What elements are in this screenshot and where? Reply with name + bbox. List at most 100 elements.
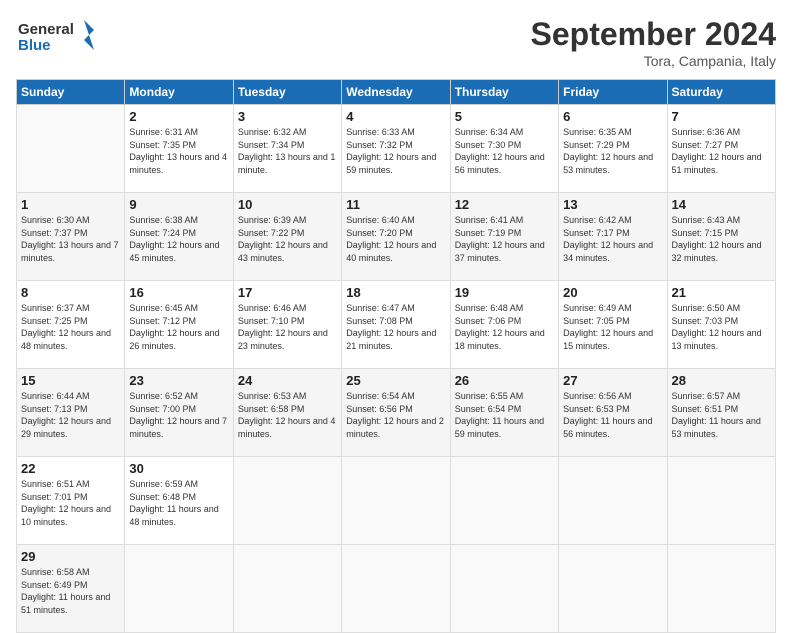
calendar-week-row: 1 Sunrise: 6:30 AMSunset: 7:37 PMDaylight…	[17, 193, 776, 281]
table-row: 3Sunrise: 6:32 AMSunset: 7:34 PMDaylight…	[233, 105, 341, 193]
day-info: Sunrise: 6:50 AMSunset: 7:03 PMDaylight:…	[672, 302, 771, 352]
day-number: 5	[455, 109, 554, 124]
day-info: Sunrise: 6:44 AMSunset: 7:13 PMDaylight:…	[21, 390, 120, 440]
table-row	[342, 457, 450, 545]
table-row	[342, 545, 450, 633]
day-number: 13	[563, 197, 662, 212]
day-info: Sunrise: 6:58 AMSunset: 6:49 PMDaylight:…	[21, 566, 120, 616]
col-sunday: Sunday	[17, 80, 125, 105]
logo: GeneralBlue	[16, 16, 96, 56]
day-number: 30	[129, 461, 228, 476]
col-wednesday: Wednesday	[342, 80, 450, 105]
location: Tora, Campania, Italy	[531, 53, 776, 69]
day-number: 26	[455, 373, 554, 388]
table-row: 17 Sunrise: 6:46 AMSunset: 7:10 PMDayligh…	[233, 281, 341, 369]
table-row: 19 Sunrise: 6:48 AMSunset: 7:06 PMDayligh…	[450, 281, 558, 369]
day-info: Sunrise: 6:48 AMSunset: 7:06 PMDaylight:…	[455, 302, 554, 352]
day-number: 23	[129, 373, 228, 388]
col-thursday: Thursday	[450, 80, 558, 105]
table-row	[17, 105, 125, 193]
day-number: 10	[238, 197, 337, 212]
day-info: Sunrise: 6:47 AMSunset: 7:08 PMDaylight:…	[346, 302, 445, 352]
day-info: Sunrise: 6:59 AMSunset: 6:48 PMDaylight:…	[129, 478, 228, 528]
table-row: 25 Sunrise: 6:54 AMSunset: 6:56 PMDayligh…	[342, 369, 450, 457]
logo-icon: GeneralBlue	[16, 16, 96, 56]
day-number: 11	[346, 197, 445, 212]
day-number: 7	[672, 109, 771, 124]
table-row	[667, 545, 775, 633]
col-tuesday: Tuesday	[233, 80, 341, 105]
table-row: 15 Sunrise: 6:44 AMSunset: 7:13 PMDayligh…	[17, 369, 125, 457]
table-row	[667, 457, 775, 545]
day-number: 9	[129, 197, 228, 212]
table-row: 20 Sunrise: 6:49 AMSunset: 7:05 PMDayligh…	[559, 281, 667, 369]
day-info: Sunrise: 6:56 AMSunset: 6:53 PMDaylight:…	[563, 390, 662, 440]
table-row: 18Sunrise: 6:47 AMSunset: 7:08 PMDayligh…	[342, 281, 450, 369]
month-title: September 2024	[531, 16, 776, 53]
table-row: 14 Sunrise: 6:43 AMSunset: 7:15 PMDayligh…	[667, 193, 775, 281]
table-row	[450, 545, 558, 633]
calendar-week-row: 2 Sunrise: 6:31 AMSunset: 7:35 PMDaylight…	[17, 105, 776, 193]
table-row: 28Sunrise: 6:57 AMSunset: 6:51 PMDayligh…	[667, 369, 775, 457]
day-info: Sunrise: 6:46 AMSunset: 7:10 PMDaylight:…	[238, 302, 337, 352]
table-row: 23 Sunrise: 6:52 AMSunset: 7:00 PMDayligh…	[125, 369, 233, 457]
day-info: Sunrise: 6:49 AMSunset: 7:05 PMDaylight:…	[563, 302, 662, 352]
day-info: Sunrise: 6:54 AMSunset: 6:56 PMDaylight:…	[346, 390, 445, 440]
day-number: 16	[129, 285, 228, 300]
page: GeneralBlue September 2024 Tora, Campani…	[0, 0, 792, 612]
table-row: 8 Sunrise: 6:37 AMSunset: 7:25 PMDaylight…	[17, 281, 125, 369]
day-number: 24	[238, 373, 337, 388]
day-number: 17	[238, 285, 337, 300]
day-number: 28	[672, 373, 771, 388]
day-number: 4	[346, 109, 445, 124]
table-row: 5Sunrise: 6:34 AMSunset: 7:30 PMDaylight…	[450, 105, 558, 193]
day-number: 20	[563, 285, 662, 300]
table-row: 7Sunrise: 6:36 AMSunset: 7:27 PMDaylight…	[667, 105, 775, 193]
day-number: 27	[563, 373, 662, 388]
table-row: 1 Sunrise: 6:30 AMSunset: 7:37 PMDaylight…	[17, 193, 125, 281]
day-number: 8	[21, 285, 120, 300]
table-row: 26 Sunrise: 6:55 AMSunset: 6:54 PMDayligh…	[450, 369, 558, 457]
table-row: 10Sunrise: 6:39 AMSunset: 7:22 PMDayligh…	[233, 193, 341, 281]
table-row	[233, 545, 341, 633]
calendar-week-row: 29 Sunrise: 6:58 AMSunset: 6:49 PMDayligh…	[17, 545, 776, 633]
day-info: Sunrise: 6:52 AMSunset: 7:00 PMDaylight:…	[129, 390, 228, 440]
day-number: 21	[672, 285, 771, 300]
day-info: Sunrise: 6:37 AMSunset: 7:25 PMDaylight:…	[21, 302, 120, 352]
calendar-week-row: 15 Sunrise: 6:44 AMSunset: 7:13 PMDayligh…	[17, 369, 776, 457]
day-info: Sunrise: 6:35 AMSunset: 7:29 PMDaylight:…	[563, 126, 662, 176]
table-row	[559, 457, 667, 545]
table-row: 21 Sunrise: 6:50 AMSunset: 7:03 PMDayligh…	[667, 281, 775, 369]
day-number: 14	[672, 197, 771, 212]
day-info: Sunrise: 6:51 AMSunset: 7:01 PMDaylight:…	[21, 478, 120, 528]
table-row: 16 Sunrise: 6:45 AMSunset: 7:12 PMDayligh…	[125, 281, 233, 369]
day-info: Sunrise: 6:42 AMSunset: 7:17 PMDaylight:…	[563, 214, 662, 264]
day-number: 15	[21, 373, 120, 388]
table-row	[559, 545, 667, 633]
calendar-table: Sunday Monday Tuesday Wednesday Thursday…	[16, 79, 776, 633]
day-info: Sunrise: 6:43 AMSunset: 7:15 PMDaylight:…	[672, 214, 771, 264]
day-number: 25	[346, 373, 445, 388]
day-number: 29	[21, 549, 120, 564]
day-info: Sunrise: 6:30 AMSunset: 7:37 PMDaylight:…	[21, 214, 120, 264]
day-info: Sunrise: 6:55 AMSunset: 6:54 PMDaylight:…	[455, 390, 554, 440]
day-info: Sunrise: 6:31 AMSunset: 7:35 PMDaylight:…	[129, 126, 228, 176]
day-info: Sunrise: 6:41 AMSunset: 7:19 PMDaylight:…	[455, 214, 554, 264]
table-row	[233, 457, 341, 545]
table-row: 4 Sunrise: 6:33 AMSunset: 7:32 PMDaylight…	[342, 105, 450, 193]
calendar-week-row: 8 Sunrise: 6:37 AMSunset: 7:25 PMDaylight…	[17, 281, 776, 369]
day-number: 2	[129, 109, 228, 124]
calendar-header-row: Sunday Monday Tuesday Wednesday Thursday…	[17, 80, 776, 105]
day-info: Sunrise: 6:33 AMSunset: 7:32 PMDaylight:…	[346, 126, 445, 176]
table-row: 2 Sunrise: 6:31 AMSunset: 7:35 PMDaylight…	[125, 105, 233, 193]
col-saturday: Saturday	[667, 80, 775, 105]
table-row: 29 Sunrise: 6:58 AMSunset: 6:49 PMDayligh…	[17, 545, 125, 633]
day-number: 22	[21, 461, 120, 476]
day-info: Sunrise: 6:38 AMSunset: 7:24 PMDaylight:…	[129, 214, 228, 264]
day-number: 1	[21, 197, 120, 212]
day-info: Sunrise: 6:45 AMSunset: 7:12 PMDaylight:…	[129, 302, 228, 352]
day-number: 19	[455, 285, 554, 300]
table-row: 13 Sunrise: 6:42 AMSunset: 7:17 PMDayligh…	[559, 193, 667, 281]
svg-text:Blue: Blue	[18, 37, 51, 54]
col-monday: Monday	[125, 80, 233, 105]
